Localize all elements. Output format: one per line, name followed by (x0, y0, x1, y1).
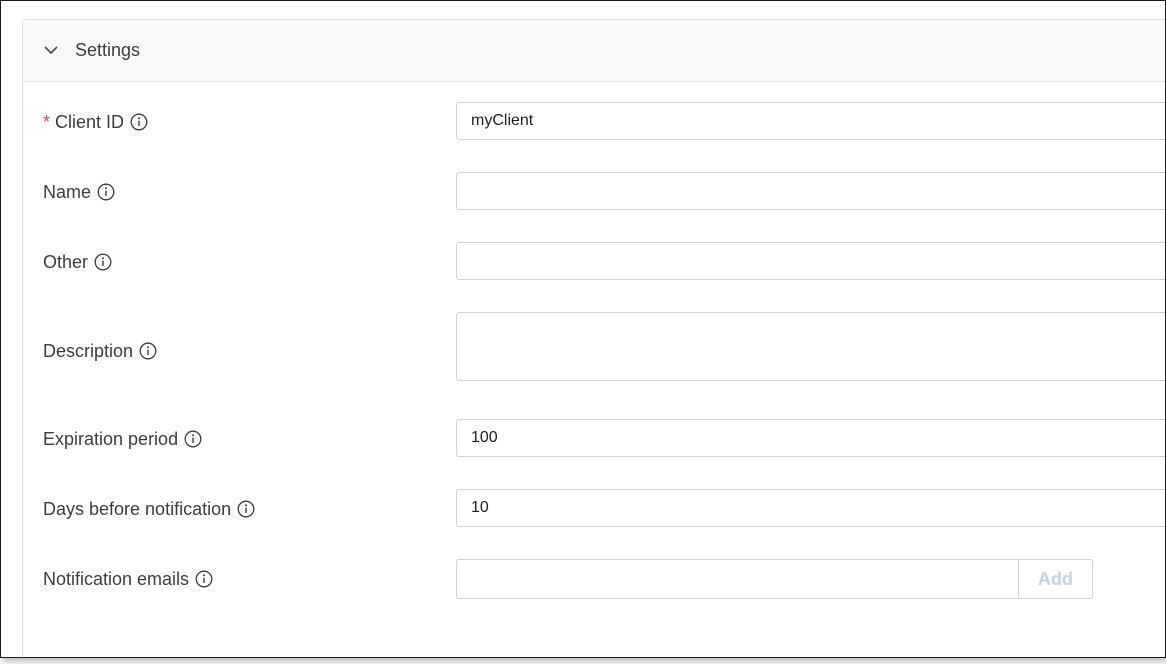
days-before-notification-input[interactable] (456, 489, 1165, 527)
client-id-input[interactable] (456, 102, 1165, 140)
settings-panel-header[interactable]: Settings (23, 20, 1165, 82)
days-before-notification-label: Days before notification (43, 499, 232, 519)
notification-emails-label: Notification emails (43, 569, 190, 589)
description-label-row: Description (43, 340, 157, 362)
info-icon[interactable] (237, 500, 255, 518)
info-icon[interactable] (139, 342, 157, 360)
name-input[interactable] (456, 172, 1165, 210)
info-icon[interactable] (184, 430, 202, 448)
name-label: Name (43, 182, 92, 202)
client-id-label: Client ID (55, 112, 125, 132)
other-label-row: Other (43, 251, 112, 273)
other-label: Other (43, 252, 89, 272)
expiration-period-label-row: Expiration period (43, 428, 202, 450)
expiration-period-input[interactable] (456, 419, 1165, 457)
expiration-period-label: Expiration period (43, 429, 179, 449)
panel-title: Settings (75, 40, 141, 60)
notification-emails-label-row: Notification emails (43, 568, 213, 590)
required-marker: * (43, 112, 51, 132)
chevron-down-icon[interactable] (43, 42, 59, 58)
notification-email-input[interactable] (456, 559, 1018, 599)
info-icon[interactable] (195, 570, 213, 588)
days-before-notification-label-row: Days before notification (43, 498, 255, 520)
window-frame: Settings * Client ID Name Other (0, 0, 1166, 658)
description-label: Description (43, 341, 134, 361)
client-id-label-row: * Client ID (43, 111, 148, 133)
description-textarea[interactable] (456, 312, 1165, 381)
info-icon[interactable] (97, 183, 115, 201)
info-icon[interactable] (130, 113, 148, 131)
name-label-row: Name (43, 181, 115, 203)
settings-panel: Settings * Client ID Name Other (22, 19, 1165, 657)
other-input[interactable] (456, 242, 1165, 280)
info-icon[interactable] (94, 253, 112, 271)
add-email-button[interactable]: Add (1018, 559, 1093, 599)
